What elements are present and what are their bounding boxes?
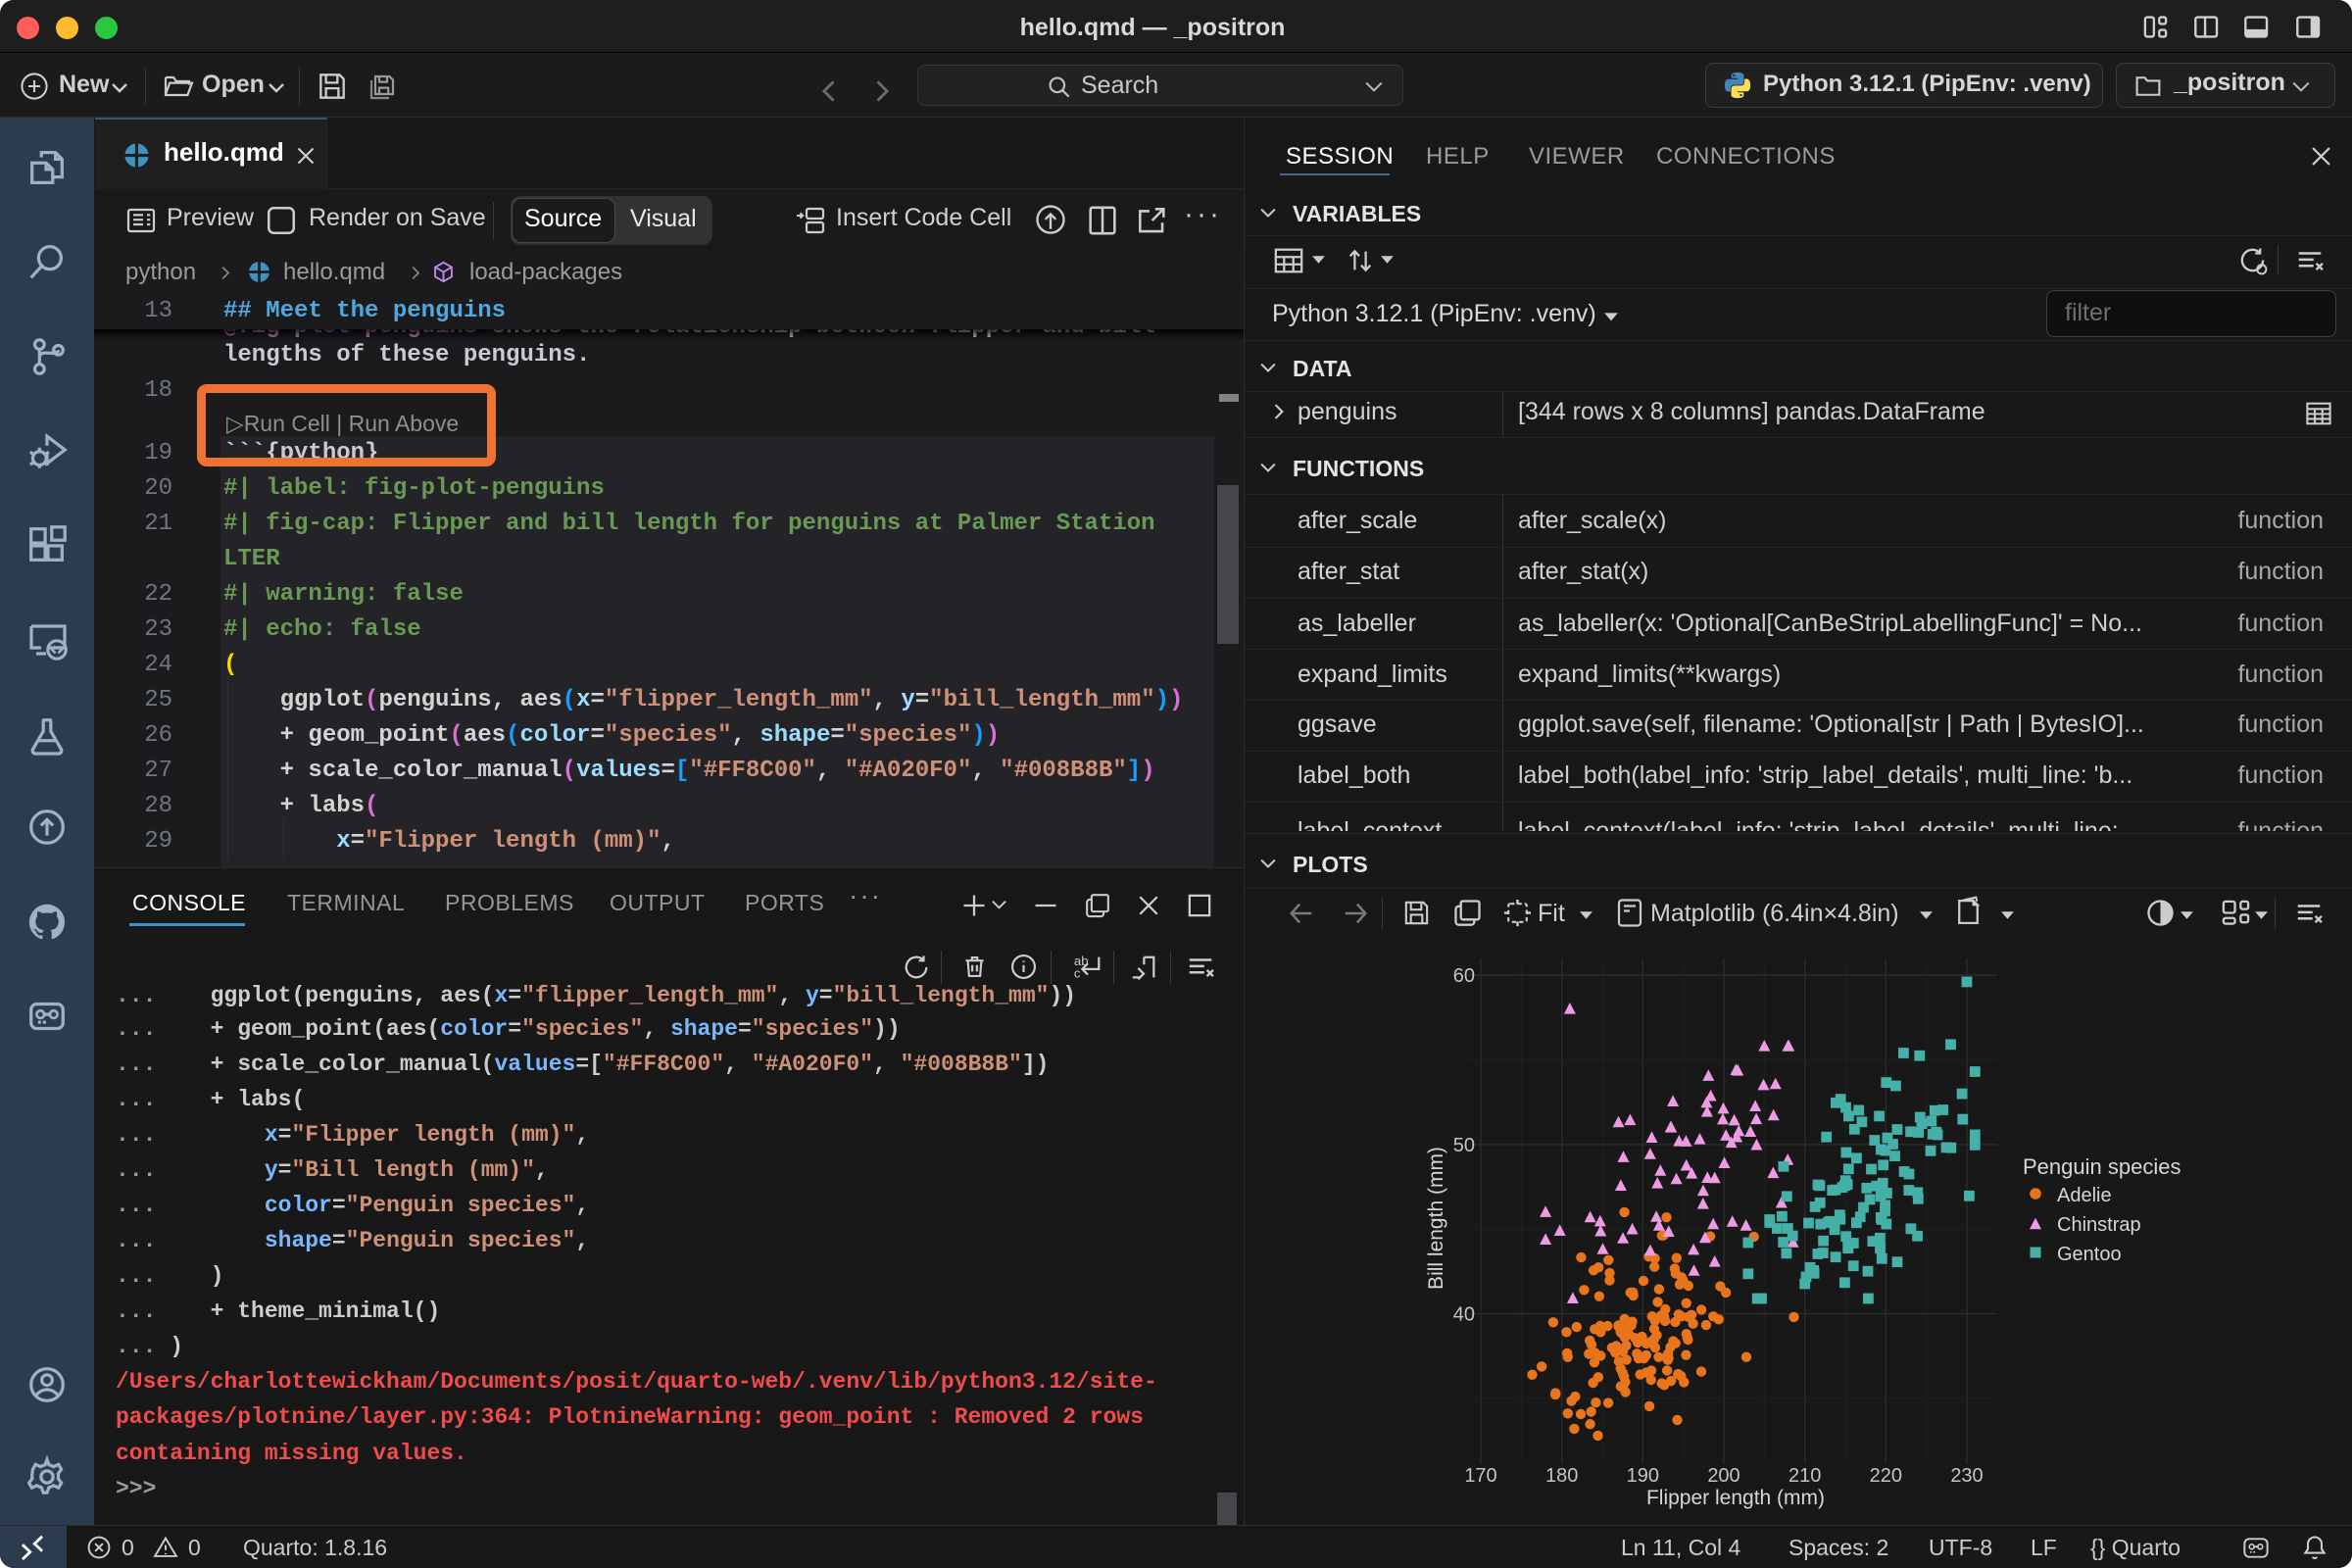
svg-text:210: 210: [1788, 1465, 1821, 1487]
svg-text:50: 50: [1453, 1135, 1475, 1156]
svg-text:Penguin species: Penguin species: [2023, 1154, 2180, 1179]
svg-text:Gentoo: Gentoo: [2057, 1244, 2122, 1265]
svg-text:180: 180: [1545, 1465, 1578, 1487]
svg-text:60: 60: [1453, 965, 1475, 987]
svg-text:170: 170: [1464, 1465, 1496, 1487]
svg-text:40: 40: [1453, 1304, 1475, 1326]
svg-text:230: 230: [1950, 1465, 1983, 1487]
svg-text:Bill length (mm): Bill length (mm): [1425, 1147, 1447, 1290]
svg-text:220: 220: [1870, 1465, 1902, 1487]
svg-text:200: 200: [1707, 1465, 1740, 1487]
svg-text:c: c: [1074, 965, 1081, 980]
svg-text:Chinstrap: Chinstrap: [2057, 1214, 2141, 1236]
svg-text:Flipper length (mm): Flipper length (mm): [1646, 1487, 1825, 1509]
svg-text:190: 190: [1627, 1465, 1659, 1487]
svg-text:Adelie: Adelie: [2057, 1185, 2112, 1206]
